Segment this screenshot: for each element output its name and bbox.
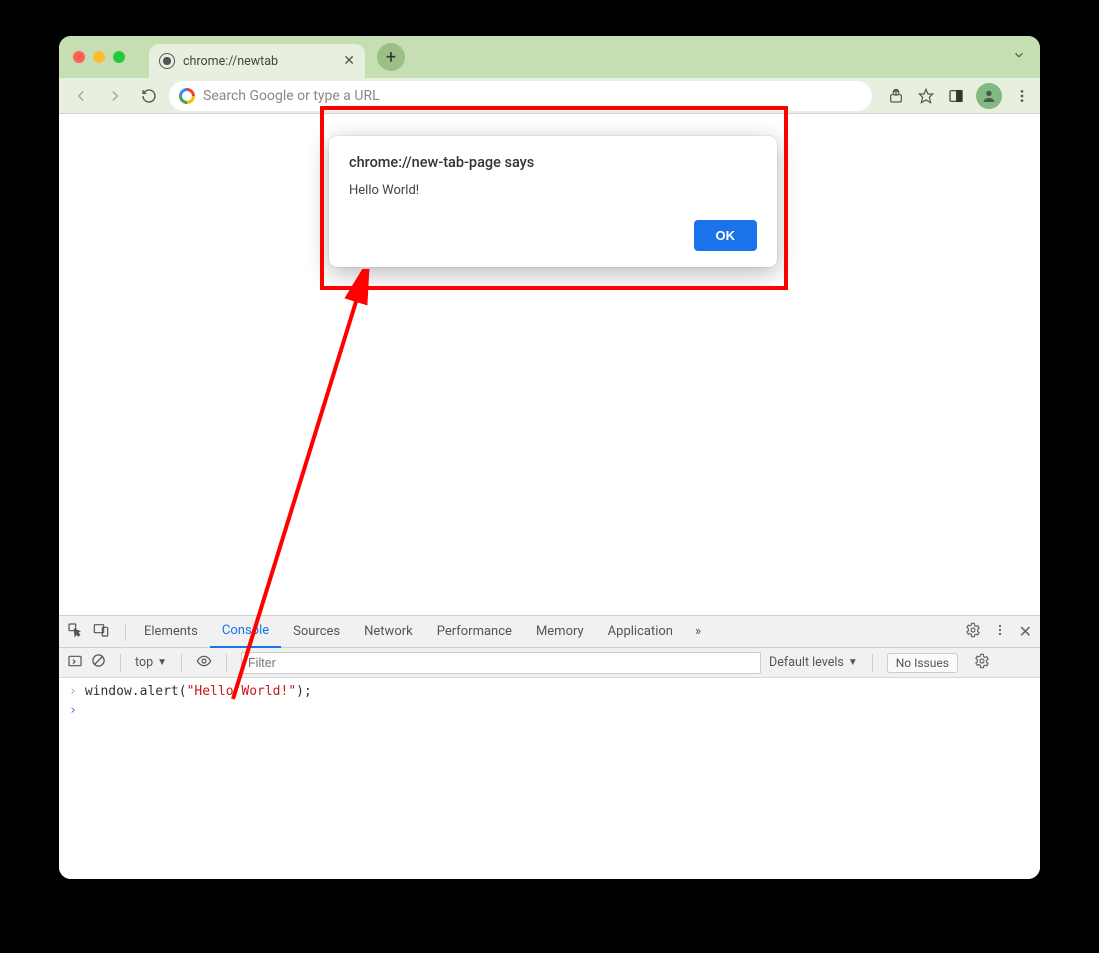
maximize-window-button[interactable] (113, 51, 125, 63)
minimize-window-button[interactable] (93, 51, 105, 63)
tabs-dropdown-button[interactable] (1012, 48, 1026, 66)
alert-ok-button[interactable]: OK (694, 220, 758, 251)
alert-actions: OK (349, 220, 757, 251)
console-code: window.alert("Hello World!"); (85, 684, 312, 699)
close-tab-button[interactable]: ✕ (343, 53, 355, 69)
issues-badge[interactable]: No Issues (887, 653, 958, 673)
clear-console-icon[interactable] (91, 653, 106, 672)
devtools-settings-icon[interactable] (965, 622, 981, 642)
close-window-button[interactable] (73, 51, 85, 63)
live-expression-icon[interactable] (196, 653, 212, 673)
code-string: "Hello World!" (187, 684, 297, 699)
console-input-line[interactable]: › (59, 701, 1040, 720)
omnibox-placeholder: Search Google or type a URL (203, 88, 380, 104)
bookmark-icon[interactable] (916, 86, 936, 106)
console-filter-input[interactable] (241, 652, 761, 674)
devtools-tab-elements[interactable]: Elements (132, 616, 210, 648)
console-settings-icon[interactable] (974, 653, 990, 673)
side-panel-icon[interactable] (946, 86, 966, 106)
console-toolbar: top ▼ Default levels ▼ No Issues (59, 648, 1040, 678)
devtools-tab-application[interactable]: Application (596, 616, 685, 648)
new-tab-button[interactable]: + (377, 43, 405, 71)
tab-title: chrome://newtab (183, 54, 278, 69)
levels-label: Default levels (769, 655, 844, 670)
devtools-more-tabs-icon[interactable]: » (685, 624, 711, 639)
chrome-menu-icon[interactable] (1012, 86, 1032, 106)
console-output[interactable]: › window.alert("Hello World!"); › (59, 678, 1040, 879)
log-levels-dropdown[interactable]: Default levels ▼ (769, 655, 858, 670)
toolbar-actions (886, 83, 1032, 109)
devtools-tab-network[interactable]: Network (352, 616, 425, 648)
browser-window: chrome://newtab ✕ + Search Google or typ… (59, 36, 1040, 879)
devtools-tabbar: Elements Console Sources Network Perform… (59, 616, 1040, 648)
console-context-selector[interactable]: top ▼ (135, 655, 167, 670)
devtools-tab-performance[interactable]: Performance (425, 616, 524, 648)
back-button[interactable] (67, 82, 95, 110)
devtools-kebab-icon[interactable] (993, 623, 1007, 641)
chrome-favicon-icon (159, 53, 175, 69)
forward-button[interactable] (101, 82, 129, 110)
browser-tab[interactable]: chrome://newtab ✕ (149, 44, 365, 78)
devtools-tab-memory[interactable]: Memory (524, 616, 596, 648)
browser-toolbar: Search Google or type a URL (59, 78, 1040, 114)
page-content: chrome://new-tab-page says Hello World! … (59, 114, 1040, 615)
js-alert-dialog: chrome://new-tab-page says Hello World! … (329, 136, 777, 267)
tab-strip: chrome://newtab ✕ + (59, 36, 1040, 78)
google-icon (179, 88, 195, 104)
devtools-tab-console[interactable]: Console (210, 616, 281, 648)
devtools-tab-sources[interactable]: Sources (281, 616, 352, 648)
prompt-caret-icon: › (69, 684, 77, 699)
alert-title: chrome://new-tab-page says (349, 154, 757, 171)
context-label: top (135, 655, 153, 670)
profile-avatar[interactable] (976, 83, 1002, 109)
console-sidebar-toggle-icon[interactable] (67, 653, 83, 673)
device-toolbar-icon[interactable] (93, 622, 109, 642)
code-suffix: ); (296, 684, 312, 699)
address-bar[interactable]: Search Google or type a URL (169, 81, 872, 111)
devtools-close-icon[interactable]: ✕ (1019, 622, 1032, 641)
input-caret-icon: › (69, 703, 77, 718)
alert-message: Hello World! (349, 183, 757, 198)
share-icon[interactable] (886, 86, 906, 106)
reload-button[interactable] (135, 82, 163, 110)
window-controls (73, 51, 125, 63)
inspect-element-icon[interactable] (67, 622, 83, 642)
devtools-panel: Elements Console Sources Network Perform… (59, 615, 1040, 879)
console-line-executed: › window.alert("Hello World!"); (59, 682, 1040, 701)
code-call: window.alert( (85, 684, 187, 699)
